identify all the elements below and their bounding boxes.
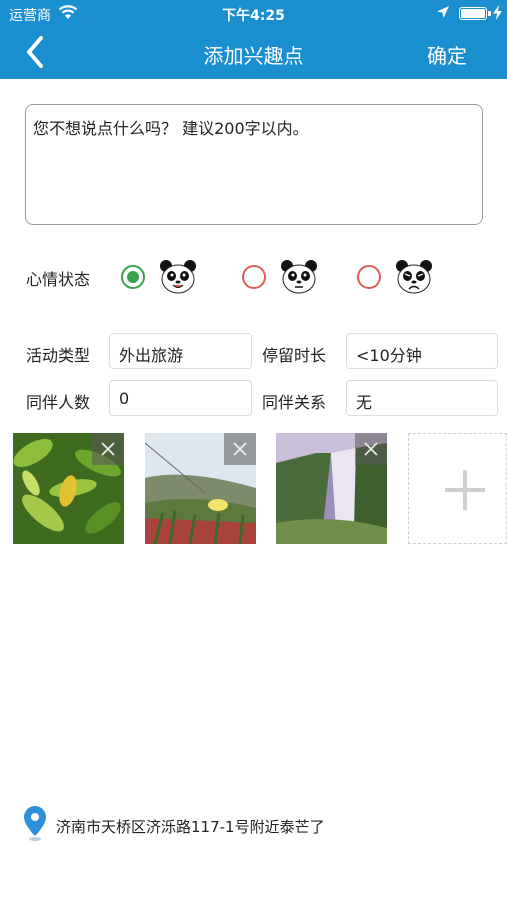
activity-type-label: 活动类型 [26,346,91,365]
photo-thumbnail-3[interactable] [276,433,387,544]
add-photo-button[interactable] [408,433,507,544]
radio-selected-icon[interactable] [121,265,145,289]
close-icon [233,442,247,456]
status-time: 下午4:25 [222,8,285,24]
battery-icon [459,7,491,20]
mood-option-happy[interactable] [121,259,201,295]
location-address[interactable]: 济南市天桥区济泺路117-1号附近泰芒了 [56,816,325,837]
charging-bolt-icon [493,5,502,20]
companion-count-label: 同伴人数 [26,393,91,412]
photo-thumbnail-2[interactable] [145,433,256,544]
mood-option-sad[interactable] [357,259,437,295]
header: 运营商 下午4:25 添加兴趣点 确定 [0,0,507,79]
panda-sad-icon [396,260,432,294]
radio-unselected-icon[interactable] [357,265,381,289]
panda-happy-icon [160,260,196,294]
remove-photo-button[interactable] [92,433,124,465]
activity-type-select[interactable]: 外出旅游 [109,333,252,369]
map-pin-icon [24,806,46,841]
stay-duration-label: 停留时长 [262,346,327,365]
close-icon [101,442,115,456]
stay-duration-select[interactable]: <10分钟 [346,333,498,369]
remove-photo-button[interactable] [355,433,387,465]
mood-option-neutral[interactable] [242,259,322,295]
companion-relation-select[interactable]: 无 [346,380,498,416]
note-textarea[interactable] [25,104,483,225]
companion-count-field[interactable]: 0 [109,380,252,416]
location-arrow-icon [437,6,449,18]
mood-label: 心情状态 [26,270,91,289]
confirm-button[interactable]: 确定 [427,40,467,69]
status-bar: 运营商 下午4:25 [0,0,507,28]
remove-photo-button[interactable] [224,433,256,465]
panda-neutral-icon [281,260,317,294]
photo-thumbnail-1[interactable] [13,433,124,544]
radio-unselected-icon[interactable] [242,265,266,289]
close-icon [364,442,378,456]
companion-relation-label: 同伴关系 [262,393,327,412]
